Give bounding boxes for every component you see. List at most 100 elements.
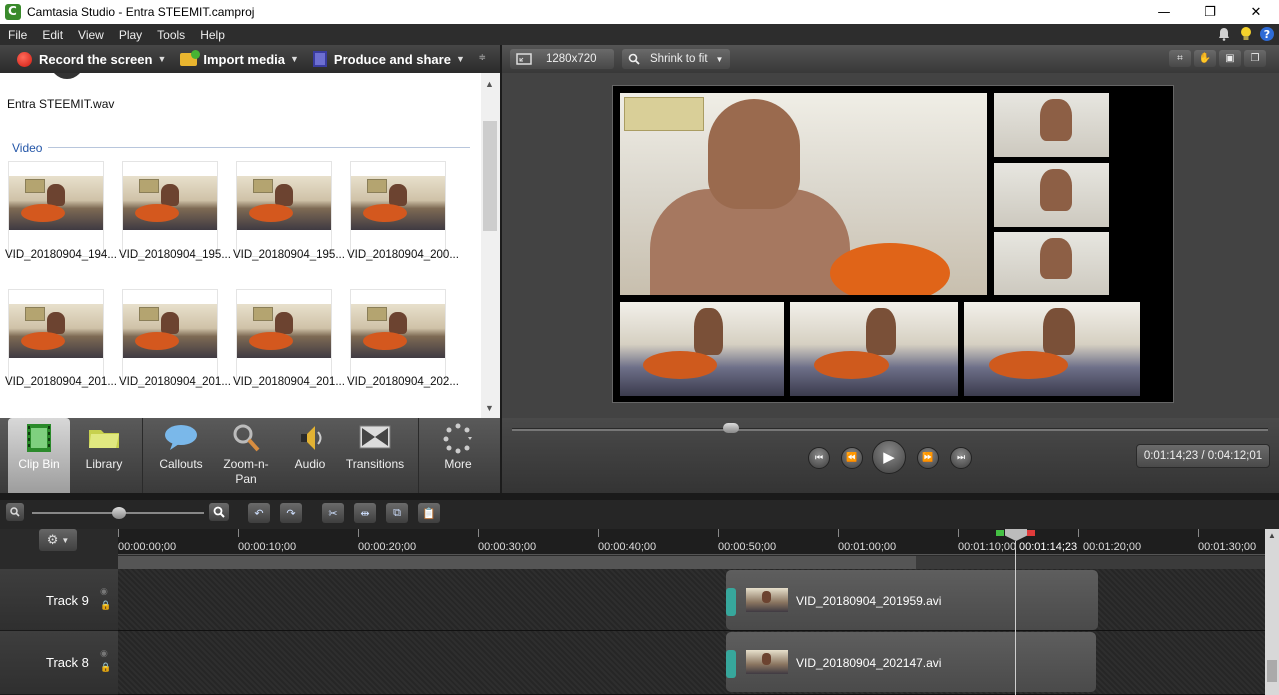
visibility-icon[interactable]: ◉ xyxy=(100,648,108,659)
clip-handle[interactable] xyxy=(726,588,736,616)
copy-icon[interactable]: ⧉ xyxy=(386,503,408,523)
small-video-tile[interactable] xyxy=(994,93,1109,157)
clip-bin-scrollbar[interactable]: ▲ ▼ xyxy=(481,73,500,418)
zoom-fit-dropdown[interactable]: Shrink to fit ▼ xyxy=(622,49,730,69)
scroll-up-icon[interactable]: ▲ xyxy=(485,79,494,89)
bell-icon[interactable] xyxy=(1216,26,1232,42)
redo-icon[interactable]: ↷ xyxy=(280,503,302,523)
play-button[interactable]: ▶ xyxy=(872,440,906,474)
tab-callouts[interactable]: Callouts xyxy=(150,418,212,493)
audio-file-label: Entra STEEMIT.wav xyxy=(7,97,115,111)
toolbar-overflow-icon[interactable]: ≑ xyxy=(478,52,486,63)
video-clip-thumbnail[interactable] xyxy=(236,289,332,385)
video-clip-thumbnail[interactable] xyxy=(350,289,446,385)
menu-edit[interactable]: Edit xyxy=(34,28,70,42)
undo-icon[interactable]: ↶ xyxy=(248,503,270,523)
video-clip-thumbnail[interactable] xyxy=(236,161,332,257)
jump-end-button[interactable]: ⏭ xyxy=(950,447,972,469)
main-video-tile[interactable] xyxy=(620,93,987,295)
menu-view[interactable]: View xyxy=(70,28,111,42)
scroll-down-icon[interactable]: ▼ xyxy=(485,403,494,413)
zoom-in-icon[interactable] xyxy=(209,503,229,521)
menu-tools[interactable]: Tools xyxy=(149,28,192,42)
split-icon[interactable]: ⇹ xyxy=(354,503,376,523)
tab-label: Clip Bin xyxy=(18,457,60,471)
clip-name: VID_20180904_202147.avi xyxy=(796,656,942,670)
maximize-button[interactable]: ❐ xyxy=(1187,0,1233,24)
lock-icon[interactable]: 🔒 xyxy=(100,600,111,611)
clip-label: VID_20180904_200... xyxy=(347,249,459,261)
bottom-video-tile[interactable] xyxy=(620,302,784,396)
out-point-marker[interactable] xyxy=(1027,530,1035,536)
help-icon[interactable]: ? xyxy=(1259,26,1275,42)
small-video-tile[interactable] xyxy=(994,163,1109,227)
video-clip-thumbnail[interactable] xyxy=(8,289,104,385)
track-lane[interactable]: VID_20180904_201959.avi xyxy=(118,569,1265,631)
video-clip-thumbnail[interactable] xyxy=(122,289,218,385)
tab-clip-bin[interactable]: Clip Bin xyxy=(8,418,70,493)
timeline-clip[interactable]: VID_20180904_202147.avi xyxy=(726,632,1096,692)
detach-preview-icon[interactable]: ❐ xyxy=(1244,50,1266,67)
produce-share-button[interactable]: Produce and share ▼ xyxy=(312,51,465,67)
close-button[interactable]: ✕ xyxy=(1233,0,1279,24)
audio-file-thumbnail[interactable] xyxy=(50,73,84,79)
scrub-handle[interactable] xyxy=(723,423,740,433)
timeline-scrollbar[interactable]: ▲ xyxy=(1265,529,1279,695)
menu-play[interactable]: Play xyxy=(111,28,149,42)
rewind-button[interactable]: ⏪ xyxy=(841,447,863,469)
time-ruler-strip[interactable]: 00:00:00;00 00:00:10;00 00:00:20;00 00:0… xyxy=(118,529,1265,555)
scrollbar-thumb[interactable] xyxy=(483,121,497,231)
tab-transitions[interactable]: Transitions xyxy=(340,418,410,493)
cut-icon[interactable]: ✂ xyxy=(322,503,344,523)
fullscreen-icon[interactable]: ▣ xyxy=(1219,50,1241,67)
tab-label: Transitions xyxy=(345,457,405,471)
scrollbar-thumb[interactable] xyxy=(1267,660,1277,682)
scroll-up-icon[interactable]: ▲ xyxy=(1268,531,1276,540)
scrub-bar[interactable] xyxy=(512,428,1268,431)
menu-file[interactable]: File xyxy=(0,28,34,42)
import-folder-icon xyxy=(180,49,201,66)
track-header[interactable]: Track 8 ◉ 🔒 xyxy=(0,631,118,695)
film-strip-icon xyxy=(27,424,51,452)
hand-pan-icon[interactable]: ✋ xyxy=(1194,50,1216,67)
section-divider xyxy=(48,147,470,148)
import-media-button[interactable]: Import media ▼ xyxy=(180,49,299,67)
fast-forward-button[interactable]: ⏩ xyxy=(917,447,939,469)
small-video-tile[interactable] xyxy=(994,232,1109,295)
clip-bin-toolbar: Record the screen ▼ Import media ▼ Produ… xyxy=(0,45,500,73)
video-canvas[interactable] xyxy=(612,85,1174,403)
jump-start-button[interactable]: ⏮ xyxy=(808,447,830,469)
playback-controls: ⏮ ⏪ ▶ ⏩ ⏭ 0:01:14;23 / 0:04:12;01 xyxy=(500,418,1279,493)
track-lane[interactable]: VID_20180904_202147.avi xyxy=(118,631,1265,695)
bottom-video-tile[interactable] xyxy=(790,302,958,396)
gear-icon[interactable]: ⚙ ▼ xyxy=(39,529,77,551)
canvas-dimensions: 1280x720 xyxy=(546,53,597,65)
playhead-line xyxy=(1015,541,1016,695)
visibility-icon[interactable]: ◉ xyxy=(100,586,108,597)
tab-more[interactable]: More xyxy=(424,418,492,493)
tab-library[interactable]: Library xyxy=(72,418,136,493)
lock-icon[interactable]: 🔒 xyxy=(100,662,111,673)
menu-help[interactable]: Help xyxy=(192,28,232,42)
canvas-dimensions-button[interactable]: 1280x720 xyxy=(510,49,614,69)
video-clip-thumbnail[interactable] xyxy=(8,161,104,257)
in-point-marker[interactable] xyxy=(996,530,1004,536)
record-screen-button[interactable]: Record the screen ▼ xyxy=(17,51,166,67)
video-clip-thumbnail[interactable] xyxy=(122,161,218,257)
paste-icon[interactable]: 📋 xyxy=(418,503,440,523)
video-clip-thumbnail[interactable] xyxy=(350,161,446,257)
zoom-slider-handle[interactable] xyxy=(112,507,126,519)
track-header[interactable]: Track 9 ◉ 🔒 xyxy=(0,569,118,631)
window-title: Camtasia Studio - Entra STEEMIT.camproj xyxy=(27,5,255,19)
playhead-time-label: 00:01:14;23 xyxy=(1019,541,1078,553)
clip-handle[interactable] xyxy=(726,650,736,678)
timeline-clip[interactable]: VID_20180904_201959.avi xyxy=(726,570,1098,630)
lightbulb-icon[interactable] xyxy=(1238,26,1254,42)
tab-audio[interactable]: Audio xyxy=(280,418,340,493)
clip-label: VID_20180904_194... xyxy=(5,249,117,261)
crop-icon[interactable]: ⌗ xyxy=(1169,50,1191,67)
zoom-out-icon[interactable] xyxy=(6,503,24,521)
minimize-button[interactable]: — xyxy=(1141,0,1187,24)
bottom-video-tile[interactable] xyxy=(964,302,1140,396)
tab-zoom-n-pan[interactable]: Zoom-n-Pan xyxy=(214,418,278,493)
